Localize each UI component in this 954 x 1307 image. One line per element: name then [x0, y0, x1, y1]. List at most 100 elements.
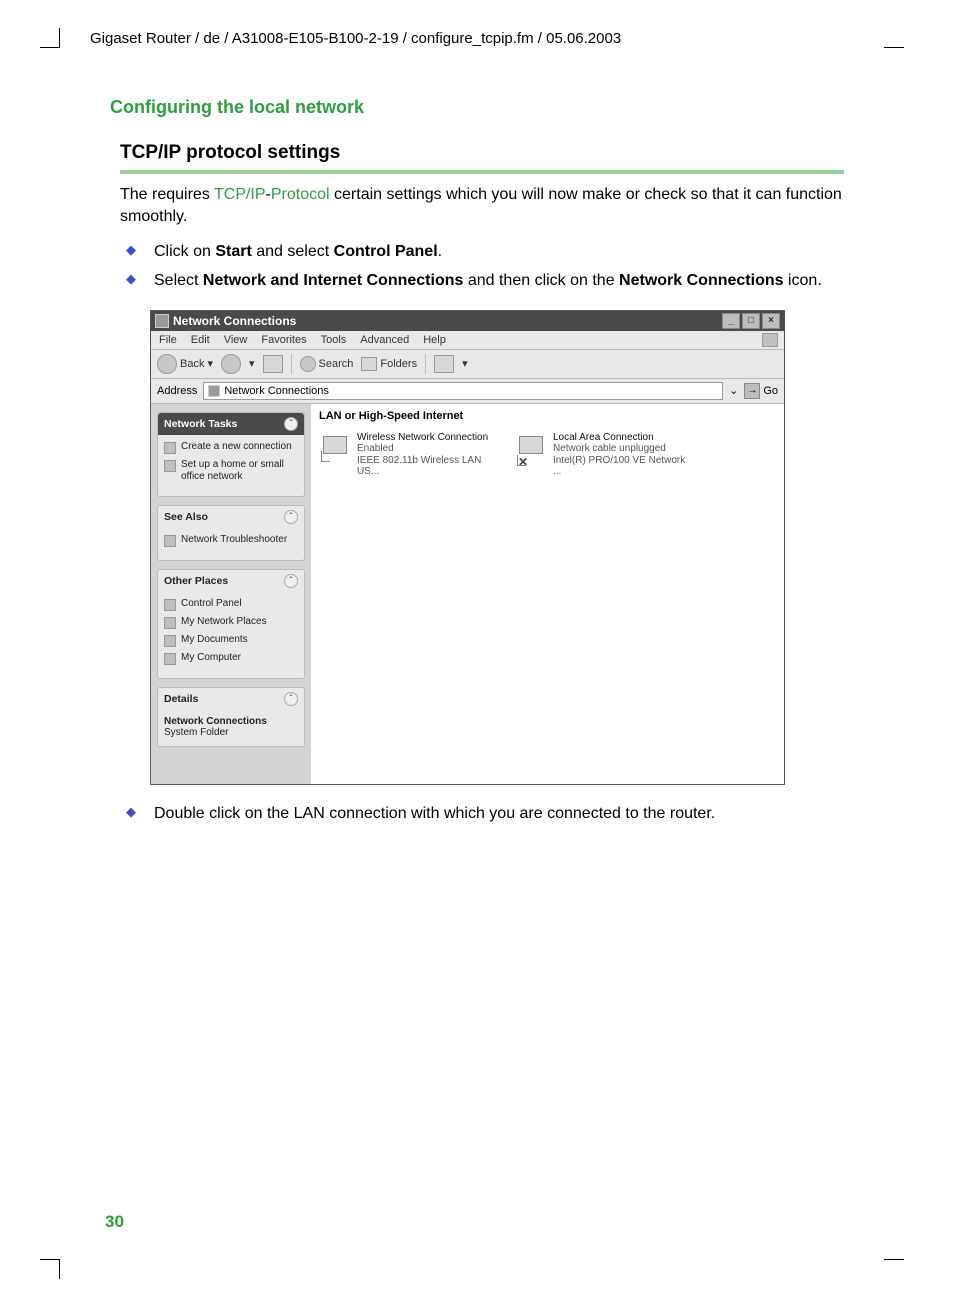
item-label: Network Troubleshooter — [181, 534, 287, 546]
instruction-list-2: Double click on the LAN connection with … — [120, 803, 844, 825]
item-label: My Network Places — [181, 616, 267, 628]
crop-mark-tl — [40, 28, 60, 48]
menu-help[interactable]: Help — [423, 334, 446, 346]
list-item: Click on Start and select Control Panel. — [120, 241, 844, 263]
panel-header[interactable]: Other Places ˆ — [158, 570, 304, 592]
menu-advanced[interactable]: Advanced — [360, 334, 409, 346]
tasks-pane: Network Tasks ˆ Create a new connection … — [151, 404, 311, 784]
instruction-list-1: Click on Start and select Control Panel.… — [120, 241, 844, 292]
details-name: Network Connections — [164, 716, 298, 727]
separator — [291, 354, 292, 374]
panel-header[interactable]: See Also ˆ — [158, 506, 304, 528]
panel-title: Other Places — [164, 575, 228, 587]
go-label: Go — [763, 385, 778, 397]
collapse-icon: ˆ — [284, 692, 298, 706]
task-create-connection[interactable]: Create a new connection — [164, 441, 298, 454]
address-icon — [208, 385, 220, 397]
forward-button[interactable] — [221, 354, 241, 374]
connection-device: IEEE 802.11b Wireless LAN US... — [357, 455, 499, 478]
search-button[interactable]: Search — [300, 356, 354, 372]
window-title: Network Connections — [173, 314, 296, 328]
crop-mark-bl — [40, 1259, 60, 1279]
windows-flag-icon — [762, 333, 778, 347]
crop-mark-tr — [884, 28, 904, 48]
text: icon. — [784, 272, 822, 289]
link-my-computer[interactable]: My Computer — [164, 652, 298, 665]
separator — [425, 354, 426, 374]
text: . — [438, 243, 442, 260]
collapse-icon: ˆ — [284, 417, 298, 431]
address-dropdown-icon[interactable]: ⌄ — [729, 384, 738, 397]
connection-lan[interactable]: Local Area Connection Network cable unpl… — [515, 432, 695, 478]
section-title: Configuring the local network — [110, 97, 864, 118]
window-icon — [155, 314, 169, 328]
collapse-icon: ˆ — [284, 574, 298, 588]
crop-mark-br — [884, 1259, 904, 1279]
text: The requires — [120, 186, 214, 203]
connection-device: Intel(R) PRO/100 VE Network ... — [553, 455, 695, 478]
page-number: 30 — [105, 1212, 124, 1232]
go-icon: → — [744, 383, 760, 399]
task-setup-network[interactable]: Set up a home or small office network — [164, 459, 298, 483]
address-bar: Address Network Connections ⌄ →Go — [151, 379, 784, 404]
glossary-link-tcpip[interactable]: TCP/IP — [214, 186, 266, 203]
menu-bar: File Edit View Favorites Tools Advanced … — [151, 331, 784, 350]
link-network-places[interactable]: My Network Places — [164, 616, 298, 629]
up-button[interactable] — [263, 355, 283, 373]
address-value: Network Connections — [224, 385, 329, 397]
link-control-panel[interactable]: Control Panel — [164, 598, 298, 611]
folders-label: Folders — [380, 358, 417, 370]
item-label: Set up a home or small office network — [181, 459, 298, 483]
dropdown-icon[interactable]: ▾ — [249, 357, 255, 370]
menu-tools[interactable]: Tools — [321, 334, 347, 346]
panel-other-places: Other Places ˆ Control Panel My Network … — [157, 569, 305, 679]
glossary-link-protocol[interactable]: Protocol — [271, 186, 330, 203]
item-label: Control Panel — [181, 598, 242, 610]
ui-term: Control Panel — [334, 243, 438, 260]
connection-name: Wireless Network Connection — [357, 432, 499, 444]
panel-details: Details ˆ Network Connections System Fol… — [157, 687, 305, 747]
intro-paragraph: The requires TCP/IP-Protocol certain set… — [120, 184, 844, 227]
connection-wireless[interactable]: Wireless Network Connection Enabled IEEE… — [319, 432, 499, 478]
panel-header[interactable]: Network Tasks ˆ — [158, 413, 304, 435]
views-button[interactable] — [434, 355, 454, 373]
panel-header[interactable]: Details ˆ — [158, 688, 304, 710]
link-troubleshooter[interactable]: Network Troubleshooter — [164, 534, 298, 547]
list-item: Select Network and Internet Connections … — [120, 270, 844, 292]
link-my-documents[interactable]: My Documents — [164, 634, 298, 647]
folder-icon — [164, 635, 176, 647]
wizard-icon — [164, 442, 176, 454]
network-icon-disconnected — [515, 432, 547, 464]
back-icon — [157, 354, 177, 374]
panel-title: See Also — [164, 511, 208, 523]
panel-title: Network Tasks — [164, 418, 237, 430]
wizard-icon — [164, 460, 176, 472]
network-icon — [319, 432, 351, 464]
folder-icon — [164, 617, 176, 629]
go-button[interactable]: →Go — [744, 383, 778, 399]
folders-icon — [361, 357, 377, 371]
connection-name: Local Area Connection — [553, 432, 695, 444]
text: and select — [252, 243, 334, 260]
text: and then click on the — [463, 272, 619, 289]
connection-status: Network cable unplugged — [553, 443, 695, 455]
minimize-button[interactable]: _ — [722, 313, 740, 329]
menu-file[interactable]: File — [159, 334, 177, 346]
folder-icon — [164, 599, 176, 611]
info-icon — [164, 535, 176, 547]
maximize-button[interactable]: □ — [742, 313, 760, 329]
connection-status: Enabled — [357, 443, 499, 455]
menu-favorites[interactable]: Favorites — [261, 334, 306, 346]
address-input[interactable]: Network Connections — [203, 382, 723, 400]
panel-network-tasks: Network Tasks ˆ Create a new connection … — [157, 412, 305, 497]
details-type: System Folder — [164, 727, 298, 738]
collapse-icon: ˆ — [284, 510, 298, 524]
folders-button[interactable]: Folders — [361, 357, 417, 371]
menu-view[interactable]: View — [224, 334, 248, 346]
back-button[interactable]: Back ▾ — [157, 354, 213, 374]
close-button[interactable]: × — [762, 313, 780, 329]
dropdown-icon[interactable]: ▾ — [462, 357, 468, 370]
menu-edit[interactable]: Edit — [191, 334, 210, 346]
address-label: Address — [157, 385, 197, 397]
computer-icon — [164, 653, 176, 665]
